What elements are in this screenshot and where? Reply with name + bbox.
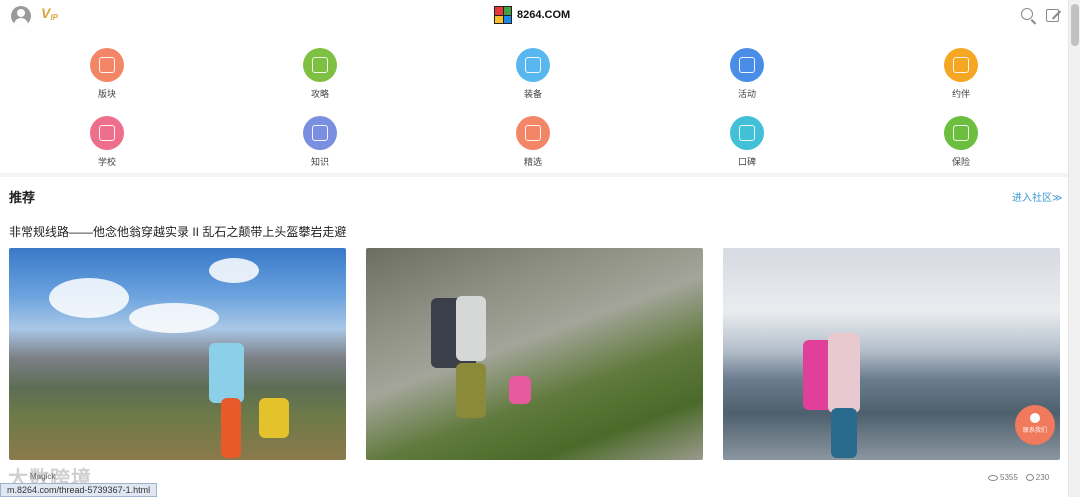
contact-us-label: 联系我们 [1022,428,1047,434]
thread-photo-3[interactable] [723,248,1060,460]
edit-icon[interactable] [1045,7,1063,25]
nav-item-bankuai[interactable]: 版块 [77,48,137,100]
logo-text: 8264.COM [517,9,571,21]
logo-mark-icon [494,6,512,24]
thread-photo-1[interactable] [9,248,346,460]
vip-sub-label: IP [50,13,58,22]
nav-label: 精选 [523,157,542,167]
nav-item-zhuangbei[interactable]: 装备 [503,48,563,100]
section-title: 推荐 [9,190,36,205]
nav-item-gonglue[interactable]: 攻略 [290,48,350,100]
comments-count: 230 [1035,473,1050,482]
nav-label: 知识 [310,157,329,167]
views-count: 5355 [1000,473,1018,482]
knowledge-icon [303,116,337,150]
nav-item-yueban[interactable]: 约伴 [931,48,991,100]
nav-label: 装备 [523,89,542,99]
top-bar: VIP 8264.COM [0,0,1068,32]
vertical-scrollbar[interactable] [1068,0,1080,497]
views-stat: 5355 [988,473,1018,482]
flower-icon [516,116,550,150]
nav-item-huodong[interactable]: 活动 [717,48,777,100]
thread-title[interactable]: 非常规线路——他念他翁穿越实录 II 乱石之颠带上头盔攀岩走避 [9,223,346,240]
nav-label: 保险 [951,157,970,167]
nav-item-zhishi[interactable]: 知识 [290,116,350,168]
comments-stat: 230 [1025,473,1050,482]
tent-icon [944,48,978,82]
search-icon[interactable] [1020,7,1038,25]
author-name[interactable]: Magick [30,472,55,481]
nav-label: 约伴 [951,89,970,99]
thread-stats: 5355 230 [988,473,1049,482]
nav-label: 活动 [737,89,756,99]
enter-community-link[interactable]: 进入社区≫ [1012,189,1062,204]
review-icon [730,116,764,150]
nav-item-koubei[interactable]: 口碑 [717,116,777,168]
book-icon [303,48,337,82]
nav-item-xuexiao[interactable]: 学校 [77,116,137,168]
comment-icon [1025,474,1034,482]
eye-icon [988,474,998,481]
nav-label: 攻略 [310,89,329,99]
nav-item-baoxian[interactable]: 保险 [931,116,991,168]
section-divider [0,173,1068,177]
board-icon [90,48,124,82]
status-bar-url: m.8264.com/thread-5739367-1.html [0,483,158,497]
avatar-icon[interactable] [11,6,31,26]
school-icon [90,116,124,150]
vip-label: V [41,5,51,21]
nav-item-jingxuan[interactable]: 精选 [503,116,563,168]
umbrella-icon [944,116,978,150]
contact-us-button[interactable]: 联系我们 [1015,405,1055,445]
flag-icon [730,48,764,82]
backpack-icon [516,48,550,82]
nav-label: 学校 [97,157,116,167]
site-logo[interactable]: 8264.COM [494,6,570,24]
scrollbar-thumb[interactable] [1071,4,1079,46]
vip-icon[interactable]: VIP [41,5,58,22]
thread-photo-2[interactable] [366,248,703,460]
nav-label: 版块 [97,89,116,99]
nav-label: 口碑 [737,157,756,167]
